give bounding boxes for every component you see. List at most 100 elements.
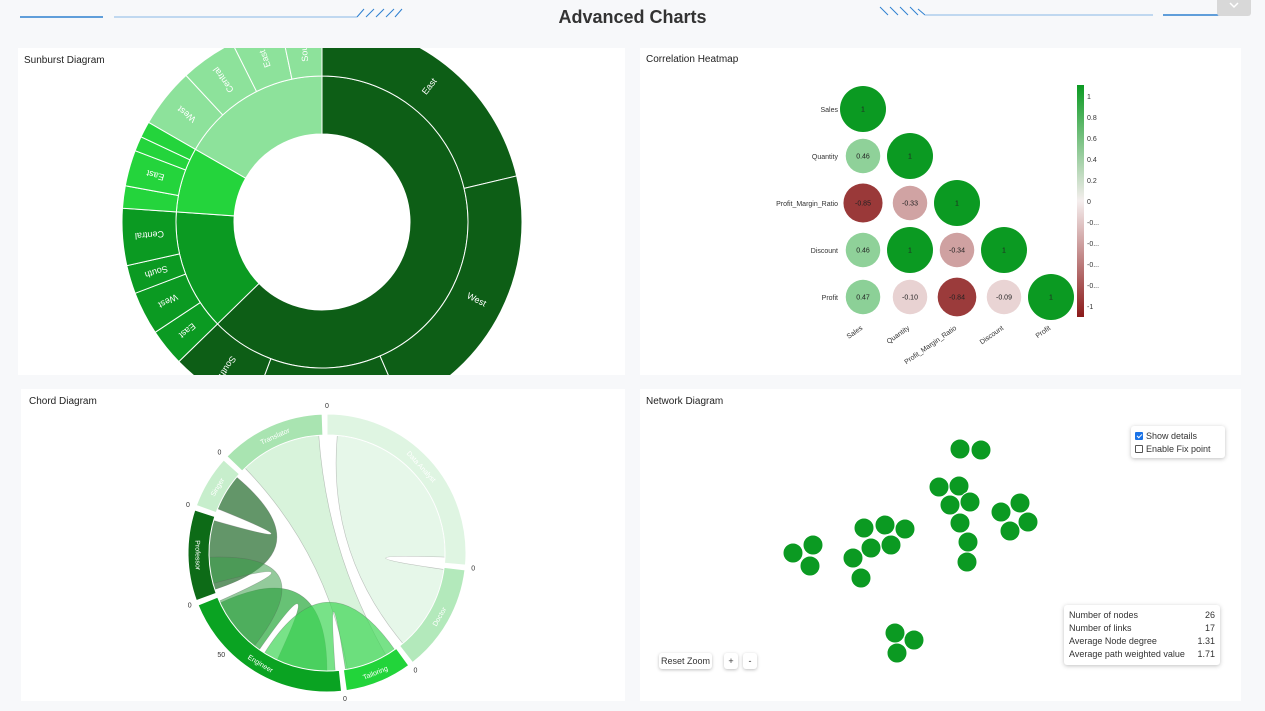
heatmap-cell-label: 1 [1049, 295, 1053, 302]
fix-point-checkbox[interactable]: Enable Fix point [1135, 442, 1221, 455]
network-node [884, 622, 906, 644]
heatmap-row-label: Discount [811, 248, 838, 255]
network-node [939, 494, 961, 516]
network-node [957, 531, 979, 553]
network-stats: Number of nodes 26 Number of links 17 Averag… [1064, 605, 1220, 665]
network-node [799, 555, 821, 577]
heatmap-cell-label: 1 [861, 107, 865, 114]
network-node [949, 512, 971, 534]
reset-zoom-button[interactable]: Reset Zoom [659, 653, 712, 669]
colorbar-tick-label: 0.4 [1087, 157, 1097, 164]
network-node [990, 501, 1012, 523]
zoom-out-button[interactable]: - [743, 653, 757, 669]
network-node [1009, 492, 1031, 514]
heatmap-col-label: Discount [979, 325, 1005, 346]
colorbar-tick-label: 0.8 [1087, 115, 1097, 122]
network-node [850, 567, 872, 589]
checkbox-unchecked-icon[interactable] [1135, 444, 1143, 453]
network-node [874, 514, 896, 536]
chord-tick-label: 0 [218, 450, 222, 457]
network-stat-label: Average path weighted value [1069, 649, 1185, 659]
colorbar [1077, 85, 1084, 317]
heatmap-panel: Correlation Heatmap Sales Sales Quantity Qu… [640, 48, 1241, 375]
network-node [802, 534, 824, 556]
zoom-in-button[interactable]: + [724, 653, 738, 669]
network-stat-row: Average Node degree 1.31 [1069, 635, 1215, 648]
network-node [956, 551, 978, 573]
colorbar-tick-label: -1 [1087, 304, 1093, 311]
network-stat-row: Number of nodes 26 [1069, 609, 1215, 622]
colorbar-tick-label: 0.2 [1087, 178, 1097, 185]
heatmap-cell-label: -0.33 [902, 201, 918, 208]
heatmap-col-label: Sales [846, 325, 865, 341]
heatmap-cell-label: -0.34 [949, 248, 965, 255]
chord-tick-label: 0 [343, 696, 347, 701]
colorbar-tick-label: -0... [1087, 220, 1099, 227]
colorbar-tick-label: 0 [1087, 199, 1091, 206]
fix-point-label: Enable Fix point [1146, 443, 1211, 454]
heatmap-row-label: Quantity [812, 154, 839, 161]
chevron-down-icon [1229, 2, 1239, 9]
chord-tick-label: 0 [188, 603, 192, 610]
network-node [894, 518, 916, 540]
chord-group-label: Professor [193, 540, 201, 571]
heatmap-col-label: Profit_Margin_Ratio [903, 325, 958, 366]
header: Advanced Charts [0, 0, 1265, 40]
chord-panel: Chord Diagram Data Analyst Doctor Tailorin… [21, 389, 625, 701]
network-stat-label: Number of nodes [1069, 610, 1139, 620]
colorbar-tick-label: -0... [1087, 241, 1099, 248]
heatmap-cell-label: -0.84 [949, 295, 965, 302]
network-node [880, 534, 902, 556]
network-stat-value: 1.71 [1197, 649, 1215, 659]
heatmap-row-label: Profit_Margin_Ratio [776, 201, 838, 208]
heatmap-cell-label: -0.85 [855, 201, 871, 208]
colorbar-tick-label: -0... [1087, 262, 1099, 269]
colorbar-tick-label: 1 [1087, 94, 1091, 101]
heatmap-cell-label: 1 [1002, 248, 1006, 255]
heatmap-cell-label: 0.46 [856, 154, 870, 161]
heatmap-cell-label: 1 [908, 154, 912, 161]
sunburst-segment-label: South [298, 48, 310, 62]
heatmap-col-label: Profit [1035, 325, 1052, 340]
checkbox-checked-icon[interactable] [1135, 431, 1143, 440]
network-node [949, 438, 971, 460]
network-panel: Network Diagram Show details Enable Fix … [640, 389, 1241, 701]
chord-tick-label: 50 [217, 652, 225, 659]
network-stat-label: Number of links [1069, 623, 1132, 633]
chord-tick-label: 0 [325, 403, 329, 410]
heatmap-cell-label: 0.47 [856, 295, 870, 302]
network-stat-value: 1.31 [1197, 636, 1215, 646]
network-stat-value: 17 [1204, 623, 1215, 633]
heatmap-cell-label: 0.46 [856, 248, 870, 255]
network-node [853, 517, 875, 539]
heatmap-col-label: Quantity [886, 325, 912, 346]
network-node [970, 439, 992, 461]
heatmap-cell-label: 1 [908, 248, 912, 255]
heatmap-chart: SalesSalesQuantityQuantityProfit_Margin_… [776, 85, 1099, 366]
colorbar-tick-label: 0.6 [1087, 136, 1097, 143]
heatmap-cell-label: -0.09 [996, 295, 1012, 302]
heatmap-cell-label: 1 [955, 201, 959, 208]
page-title: Advanced Charts [558, 7, 707, 27]
network-node [860, 537, 882, 559]
chord-tick-label: 0 [414, 667, 418, 674]
network-node [782, 542, 804, 564]
network-stat-value: 26 [1204, 610, 1215, 620]
network-stat-label: Average Node degree [1069, 636, 1157, 646]
network-node [903, 629, 925, 651]
network-node [959, 491, 981, 513]
network-node [999, 520, 1021, 542]
network-stat-row: Number of links 17 [1069, 622, 1215, 635]
chord-tick-label: 0 [186, 502, 190, 509]
network-node [928, 476, 950, 498]
show-details-checkbox[interactable]: Show details [1135, 429, 1221, 442]
chord-tick-label: 0 [471, 565, 475, 572]
network-node [886, 642, 908, 664]
heatmap-row-label: Sales [820, 107, 838, 114]
menu-dropdown-button[interactable] [1217, 0, 1251, 16]
heatmap-row-label: Profit [822, 295, 838, 302]
show-details-label: Show details [1146, 430, 1198, 441]
network-node [842, 547, 864, 569]
colorbar-tick-label: -0... [1087, 283, 1099, 290]
network-node [1017, 511, 1039, 533]
